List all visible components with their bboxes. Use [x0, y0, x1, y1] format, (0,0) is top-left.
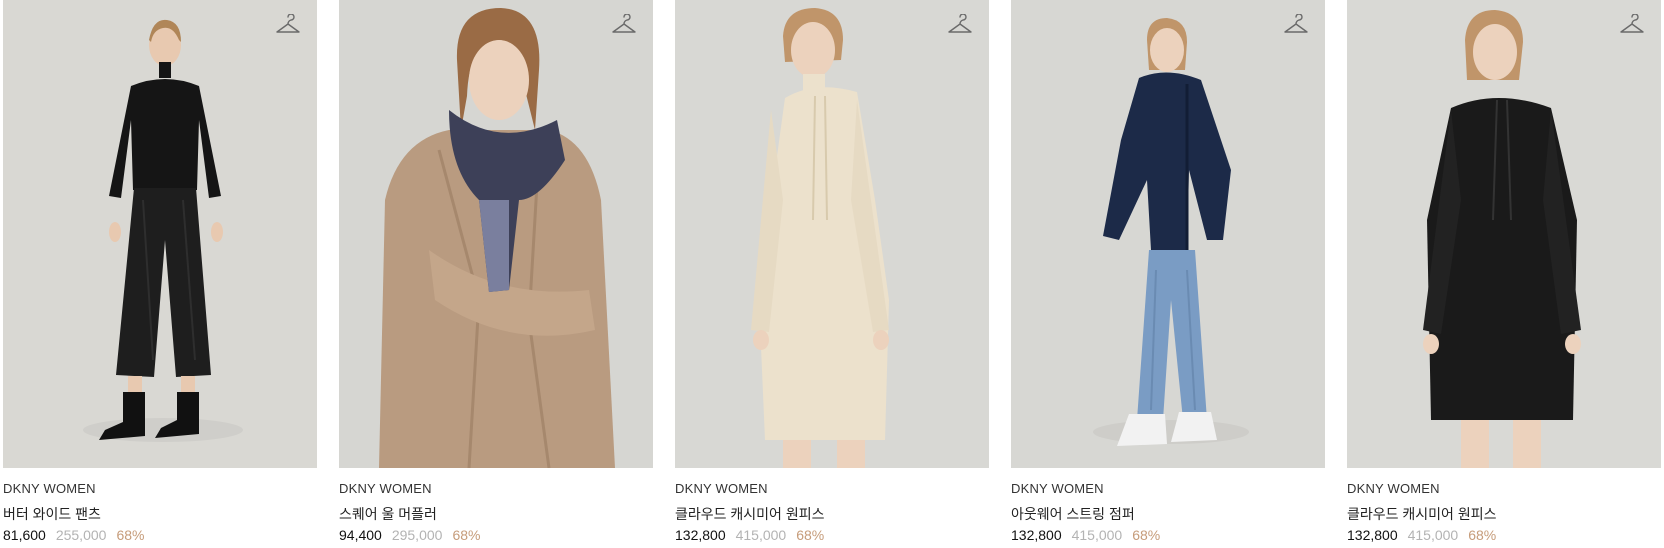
product-grid: DKNY WOMEN 버터 와이드 팬츠 81,600 255,000 68% [3, 0, 1664, 548]
product-name[interactable]: 클라우드 캐시미어 원피스 [675, 504, 824, 524]
product-brand: DKNY WOMEN [339, 481, 432, 496]
product-prices: 81,600 255,000 68% [3, 527, 144, 543]
product-brand: DKNY WOMEN [1347, 481, 1440, 496]
product-card[interactable]: DKNY WOMEN 스퀘어 울 머플러 94,400 295,000 68% [339, 0, 653, 548]
original-price: 255,000 [55, 527, 107, 543]
product-photo-butter-wide-pants [3, 0, 317, 468]
product-image[interactable] [3, 0, 317, 468]
product-photo-outwear-string-jumper [1011, 0, 1325, 468]
product-card[interactable]: DKNY WOMEN 아웃웨어 스트링 점퍼 132,800 415,000 6… [1011, 0, 1325, 548]
product-card[interactable]: DKNY WOMEN 클라우드 캐시미어 원피스 132,800 415,000… [1347, 0, 1661, 548]
original-price: 415,000 [1071, 527, 1123, 543]
sale-price: 81,600 [3, 527, 46, 543]
hanger-icon[interactable] [947, 14, 973, 36]
product-photo-cloud-cashmere-dress [675, 0, 989, 468]
product-image[interactable] [1347, 0, 1661, 468]
discount-rate: 68% [796, 527, 825, 543]
product-brand: DKNY WOMEN [1011, 481, 1104, 496]
original-price: 415,000 [1407, 527, 1459, 543]
sale-price: 94,400 [339, 527, 382, 543]
discount-rate: 68% [1132, 527, 1161, 543]
product-photo-cloud-cashmere-dress-black [1347, 0, 1661, 468]
hanger-icon[interactable] [611, 14, 637, 36]
product-card[interactable]: DKNY WOMEN 버터 와이드 팬츠 81,600 255,000 68% [3, 0, 317, 548]
product-name[interactable]: 버터 와이드 팬츠 [3, 504, 101, 524]
original-price: 415,000 [735, 527, 787, 543]
discount-rate: 68% [1468, 527, 1497, 543]
product-prices: 132,800 415,000 68% [1011, 527, 1160, 543]
product-image[interactable] [675, 0, 989, 468]
product-photo-square-wool-muffler [339, 0, 653, 468]
product-prices: 132,800 415,000 68% [675, 527, 824, 543]
product-image[interactable] [1011, 0, 1325, 468]
sale-price: 132,800 [675, 527, 726, 543]
hanger-icon[interactable] [1619, 14, 1645, 36]
product-image[interactable] [339, 0, 653, 468]
discount-rate: 68% [452, 527, 481, 543]
product-name[interactable]: 아웃웨어 스트링 점퍼 [1011, 504, 1135, 524]
original-price: 295,000 [391, 527, 443, 543]
hanger-icon[interactable] [275, 14, 301, 36]
product-prices: 94,400 295,000 68% [339, 527, 480, 543]
hanger-icon[interactable] [1283, 14, 1309, 36]
discount-rate: 68% [116, 527, 145, 543]
product-card[interactable]: DKNY WOMEN 클라우드 캐시미어 원피스 132,800 415,000… [675, 0, 989, 548]
product-brand: DKNY WOMEN [675, 481, 768, 496]
product-prices: 132,800 415,000 68% [1347, 527, 1496, 543]
product-name[interactable]: 클라우드 캐시미어 원피스 [1347, 504, 1496, 524]
product-brand: DKNY WOMEN [3, 481, 96, 496]
product-name[interactable]: 스퀘어 울 머플러 [339, 504, 437, 524]
sale-price: 132,800 [1011, 527, 1062, 543]
sale-price: 132,800 [1347, 527, 1398, 543]
